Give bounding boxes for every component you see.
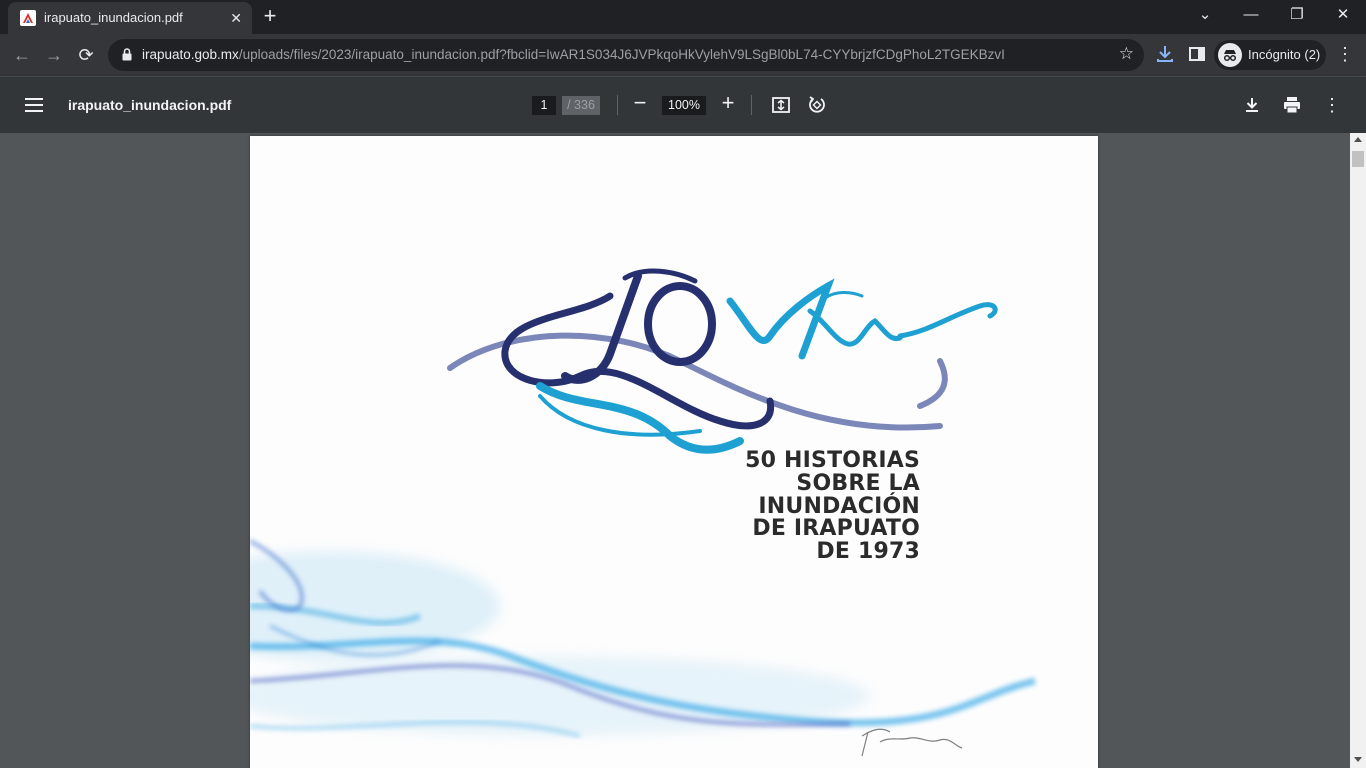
forward-button[interactable]: → — [42, 43, 66, 67]
divider — [751, 95, 752, 115]
minimize-button[interactable]: — — [1228, 0, 1274, 34]
incognito-icon — [1218, 43, 1242, 67]
download-icon[interactable] — [1154, 43, 1178, 67]
page-total: / 336 — [562, 96, 600, 115]
restore-button[interactable]: ❐ — [1274, 0, 1320, 34]
watercolor-wash — [250, 539, 1036, 739]
more-vert-icon[interactable]: ⋮ — [1336, 44, 1354, 65]
lock-icon — [122, 48, 132, 66]
title-line: DE IRAPUATO — [752, 516, 920, 542]
page-number-input[interactable]: 1 — [532, 96, 556, 115]
browser-toolbar: ← → ⟳ irapuato.gob.mx/uploads/files/2023… — [0, 34, 1366, 77]
fit-page-icon[interactable] — [771, 95, 791, 115]
more-vert-icon[interactable]: ⋮ — [1322, 95, 1342, 115]
zoom-input[interactable]: 100% — [662, 96, 706, 115]
pdf-filename: irapuato_inundacion.pdf — [68, 97, 232, 113]
artist-signature — [861, 728, 963, 757]
zoom-in-button[interactable]: + — [718, 90, 738, 116]
scroll-up-arrow-icon[interactable] — [1354, 137, 1362, 142]
side-panel-icon[interactable] — [1186, 43, 1210, 67]
title-line: 50 HISTORIAS — [745, 448, 920, 473]
pdf-viewport[interactable]: 50 HISTORIAS SOBRE LA INUNDACIÓN DE IRAP… — [0, 133, 1350, 768]
url-text: irapuato.gob.mx/uploads/files/2023/irapu… — [142, 47, 1005, 62]
rotate-icon[interactable] — [807, 95, 827, 115]
scroll-down-arrow-icon[interactable] — [1354, 757, 1362, 762]
cover-artwork — [250, 268, 1036, 757]
zoom-out-button[interactable]: − — [630, 91, 650, 117]
tab-search-icon[interactable]: ⌄ — [1182, 0, 1228, 34]
pdf-page: 50 HISTORIAS SOBRE LA INUNDACIÓN DE IRAP… — [250, 136, 1098, 768]
menu-icon[interactable] — [24, 97, 44, 118]
back-button[interactable]: ← — [10, 43, 34, 67]
incognito-profile-button[interactable]: Incógnito (2) — [1214, 40, 1326, 70]
tab-active[interactable]: irapuato_inundacion.pdf ✕ — [8, 2, 252, 34]
scrollbar[interactable] — [1350, 133, 1366, 768]
reload-button[interactable]: ⟳ — [74, 43, 98, 67]
address-bar[interactable]: irapuato.gob.mx/uploads/files/2023/irapu… — [108, 39, 1144, 71]
tab-title: irapuato_inundacion.pdf — [44, 10, 183, 25]
title-line: INUNDACIÓN — [758, 493, 920, 519]
pdf-icon — [20, 10, 36, 26]
print-icon[interactable] — [1282, 95, 1302, 115]
download-icon[interactable] — [1242, 95, 1262, 115]
close-icon[interactable]: ✕ — [230, 8, 242, 28]
incognito-label: Incógnito (2) — [1248, 47, 1321, 62]
cover-title: 50 HISTORIAS SOBRE LA INUNDACIÓN DE IRAP… — [745, 448, 920, 565]
new-tab-button[interactable]: + — [258, 5, 282, 29]
anniversary-logo — [447, 268, 998, 454]
divider — [617, 95, 618, 115]
bookmark-star-icon[interactable]: ☆ — [1119, 44, 1134, 64]
close-window-button[interactable]: ✕ — [1320, 0, 1366, 34]
title-line: SOBRE LA — [796, 470, 920, 496]
pdf-toolbar: irapuato_inundacion.pdf 1 / 336 − 100% +… — [0, 77, 1366, 133]
browser-titlebar: irapuato_inundacion.pdf ✕ + ⌄ — ❐ ✕ — [0, 0, 1366, 34]
title-line: DE 1973 — [816, 539, 920, 565]
scrollbar-thumb[interactable] — [1352, 151, 1364, 167]
